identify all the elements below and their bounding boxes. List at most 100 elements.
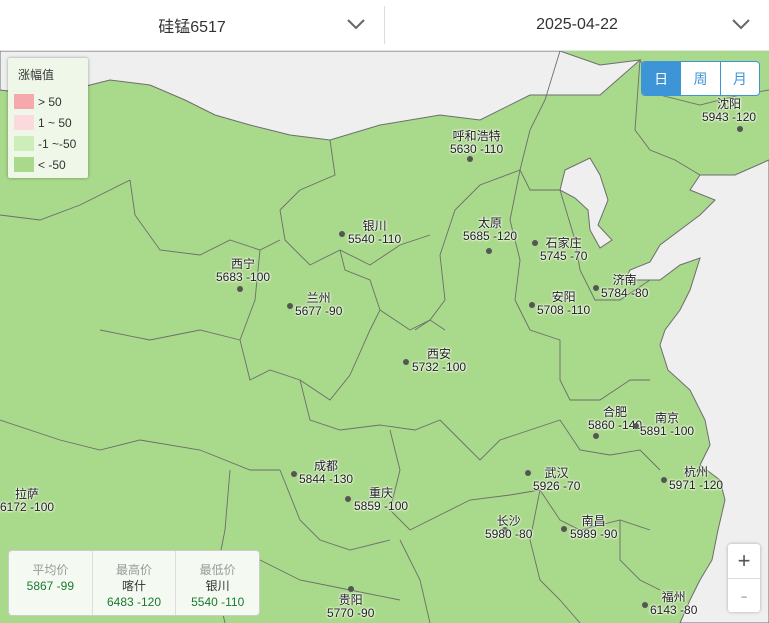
city-dot — [467, 156, 473, 162]
chevron-down-icon — [732, 19, 750, 30]
legend-label: > 50 — [38, 94, 62, 109]
legend-label: -1 ~-50 — [38, 136, 77, 151]
tab-day[interactable]: 日 — [642, 62, 681, 95]
avg-price-value: 5867 -99 — [26, 579, 75, 593]
city-dot — [345, 496, 351, 502]
city-price: 5685 -120 — [463, 229, 518, 243]
city-label: 福州 6143 -80 — [650, 591, 697, 617]
city-dot — [642, 602, 648, 608]
city-price: 5630 -110 — [450, 142, 504, 156]
legend-swatch — [14, 94, 34, 109]
city-label: 重庆 5859 -100 — [354, 487, 408, 513]
city-price: 5540 -110 — [348, 232, 402, 246]
city-dot — [287, 303, 293, 309]
city-label: 长沙 5980 -80 — [485, 515, 532, 541]
high-price: 最高价 喀什 6483 -120 — [91, 551, 176, 615]
city-dot — [593, 285, 599, 291]
legend-item[interactable]: > 50 — [14, 94, 62, 109]
city-label: 南京 5891 -100 — [640, 412, 694, 438]
product-select-label: 硅锰6517 — [158, 19, 226, 36]
city-price: 5708 -110 — [537, 303, 591, 317]
city-dot — [593, 433, 599, 439]
city-price: 5943 -120 — [702, 110, 757, 124]
city-dot — [237, 286, 243, 292]
city-label: 银川 5540 -110 — [348, 220, 401, 246]
city-label: 济南 5784 -80 — [601, 274, 648, 300]
city-label: 兰州 5677 -90 — [295, 292, 342, 318]
city-label: 呼和浩特 5630 -110 — [450, 130, 503, 156]
city-price: 5844 -130 — [299, 472, 354, 486]
city-price: 5683 -100 — [216, 270, 271, 284]
city-label: 沈阳 5943 -120 — [702, 98, 756, 124]
city-price: 5989 -90 — [570, 527, 618, 541]
zoom-control: + - — [728, 544, 760, 612]
legend-swatch — [14, 136, 34, 151]
low-price-value: 5540 -110 — [191, 595, 245, 609]
land-area — [0, 51, 769, 623]
period-tabs: 日 周 月 — [641, 61, 760, 96]
legend-swatch — [14, 115, 34, 130]
city-price: 5677 -90 — [295, 304, 343, 318]
legend-label: < -50 — [38, 157, 66, 172]
city-price: 5770 -90 — [327, 606, 375, 620]
city-dot — [403, 359, 409, 365]
chevron-down-icon — [347, 19, 365, 30]
city-price: 5926 -70 — [533, 479, 581, 493]
high-price-value: 6483 -120 — [106, 595, 162, 609]
city-label: 安阳 5708 -110 — [537, 291, 590, 317]
legend-label: 1 ~ 50 — [38, 115, 72, 130]
city-label: 武汉 5926 -70 — [533, 467, 580, 493]
city-label: 成都 5844 -130 — [299, 460, 353, 486]
zoom-out-button[interactable]: - — [728, 578, 760, 613]
city-label: 西安 5732 -100 — [412, 348, 466, 374]
city-dot — [661, 477, 667, 483]
city-label: 太原 5685 -120 — [463, 217, 517, 243]
city-label: 贵阳 5770 -90 — [327, 594, 374, 620]
city-dot — [348, 586, 354, 592]
city-dot — [291, 471, 297, 477]
avg-price-title: 平均价 — [32, 563, 69, 577]
low-price-title: 最低价 — [199, 563, 236, 577]
city-dot — [737, 126, 743, 132]
city-label: 杭州 5971 -120 — [669, 466, 723, 492]
city-dot — [529, 302, 535, 308]
city-price: 6172 -100 — [0, 500, 55, 514]
low-price: 最低价 银川 5540 -110 — [175, 551, 259, 615]
tab-week[interactable]: 周 — [680, 62, 719, 95]
avg-price: 平均价 5867 -99 — [9, 551, 92, 615]
map-canvas[interactable]: 沈阳 5943 -120 呼和浩特 5630 -110 银川 5540 -110 太原 568… — [0, 51, 769, 623]
city-dot — [486, 248, 492, 254]
city-label: 石家庄 5745 -70 — [540, 237, 587, 263]
city-price: 5745 -70 — [540, 249, 588, 263]
high-price-city: 喀什 — [122, 579, 147, 593]
price-summary: 平均价 5867 -99 最高价 喀什 6483 -120 最低价 银川 554… — [8, 550, 260, 616]
tab-month[interactable]: 月 — [719, 62, 759, 95]
city-dot — [561, 526, 567, 532]
legend-title: 涨幅值 — [18, 68, 55, 82]
city-price: 5971 -120 — [669, 478, 724, 492]
map-regions — [0, 51, 769, 623]
zoom-in-button[interactable]: + — [728, 544, 760, 578]
legend-swatch — [14, 157, 34, 172]
city-label: 拉萨 6172 -100 — [0, 488, 54, 514]
city-price: 5732 -100 — [412, 360, 467, 374]
legend-item[interactable]: < -50 — [14, 157, 66, 172]
city-price: 6143 -80 — [650, 603, 698, 617]
product-select[interactable]: 硅锰6517 — [0, 0, 384, 50]
city-price: 5891 -100 — [640, 424, 695, 438]
city-price: 5784 -80 — [601, 286, 649, 300]
high-price-title: 最高价 — [116, 563, 153, 577]
city-price: 5859 -100 — [354, 499, 409, 513]
legend-item[interactable]: -1 ~-50 — [14, 136, 76, 151]
city-dot — [339, 231, 345, 237]
city-price: 5980 -80 — [485, 527, 533, 541]
date-select[interactable]: 2025-04-22 — [385, 0, 769, 50]
legend: 涨幅值 > 50 1 ~ 50 -1 ~-50 < -50 — [8, 58, 88, 178]
city-label: 南昌 5989 -90 — [570, 515, 617, 541]
city-dot — [532, 240, 538, 246]
legend-item[interactable]: 1 ~ 50 — [14, 115, 72, 130]
top-bar: 硅锰6517 2025-04-22 — [0, 0, 769, 51]
low-price-city: 银川 — [205, 579, 230, 593]
date-select-label: 2025-04-22 — [536, 16, 618, 33]
city-dot — [525, 470, 531, 476]
